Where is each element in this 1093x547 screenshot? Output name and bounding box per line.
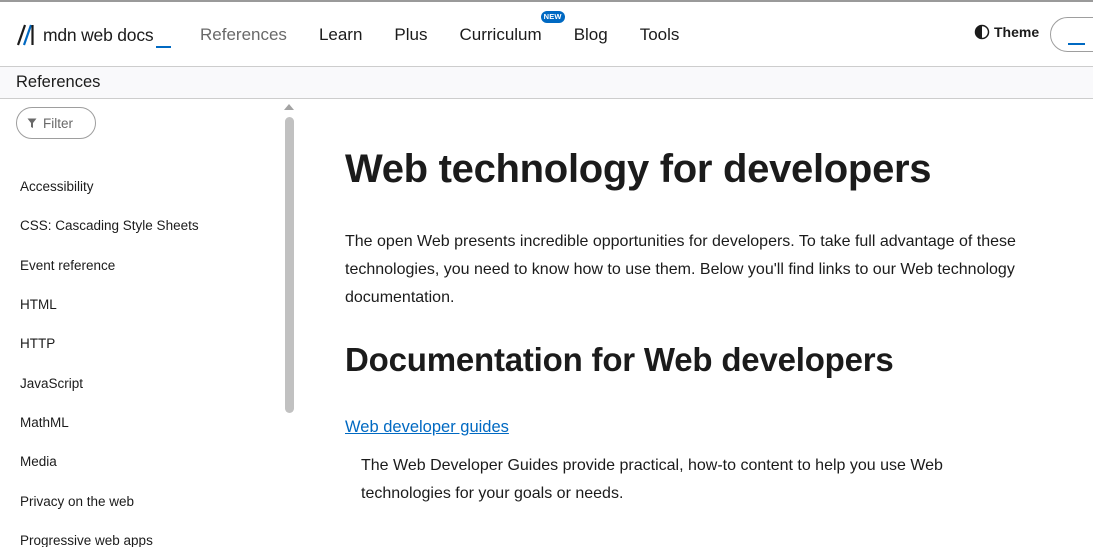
filter-placeholder: Filter	[43, 115, 73, 131]
sidebar-item-pwa[interactable]: Progressive web apps	[20, 533, 153, 547]
new-badge: NEW	[540, 10, 565, 23]
scroll-up-arrow-icon[interactable]	[284, 104, 294, 110]
logo-text: mdn web docs	[43, 25, 154, 45]
nav-tools[interactable]: Tools	[640, 25, 680, 45]
sidebar-item-media[interactable]: Media	[20, 454, 57, 469]
web-developer-guides-link[interactable]: Web developer guides	[345, 418, 509, 437]
sidebar-item-javascript[interactable]: JavaScript	[20, 376, 83, 391]
breadcrumb-bar: References	[0, 67, 1093, 99]
site-header: mdn web docs References Learn Plus Curri…	[0, 2, 1093, 67]
sidebar-item-http[interactable]: HTTP	[20, 336, 55, 351]
guide-description: The Web Developer Guides provide practic…	[361, 457, 943, 502]
section-title: Documentation for Web developers	[345, 341, 894, 378]
sidebar-item-html[interactable]: HTML	[20, 297, 57, 312]
theme-button[interactable]: Theme	[974, 24, 1039, 40]
filter-input[interactable]: Filter	[16, 107, 96, 139]
nav-curriculum-label: Curriculum	[459, 24, 542, 44]
sidebar-item-css[interactable]: CSS: Cascading Style Sheets	[20, 218, 199, 233]
sidebar-scrollbar-thumb[interactable]	[285, 117, 294, 413]
mdn-logo-link[interactable]: mdn web docs	[16, 23, 172, 49]
nav-plus[interactable]: Plus	[394, 25, 427, 45]
sidebar: Filter Accessibility CSS: Cascading Styl…	[0, 100, 300, 547]
sidebar-item-privacy[interactable]: Privacy on the web	[20, 494, 134, 509]
filter-icon	[27, 118, 37, 128]
sidebar-item-event-reference[interactable]: Event reference	[20, 258, 115, 273]
logo-cursor	[156, 46, 172, 48]
sidebar-item-accessibility[interactable]: Accessibility	[20, 179, 94, 194]
nav-learn[interactable]: Learn	[319, 25, 362, 45]
page-title: Web technology for developers	[345, 147, 932, 191]
search-button[interactable]	[1050, 17, 1093, 52]
search-cursor	[1068, 43, 1085, 45]
breadcrumb-references[interactable]: References	[16, 73, 100, 92]
nav-blog[interactable]: Blog	[574, 25, 608, 45]
intro-paragraph: The open Web presents incredible opportu…	[345, 233, 1016, 306]
sidebar-item-mathml[interactable]: MathML	[20, 415, 69, 430]
theme-label: Theme	[994, 24, 1040, 40]
contrast-icon	[974, 24, 990, 40]
mdn-logo-icon	[16, 24, 34, 46]
nav-references[interactable]: References	[200, 25, 287, 45]
nav-curriculum[interactable]: Curriculum NEW	[459, 10, 565, 45]
main-nav: References Learn Plus Curriculum NEW Blo…	[200, 2, 711, 67]
